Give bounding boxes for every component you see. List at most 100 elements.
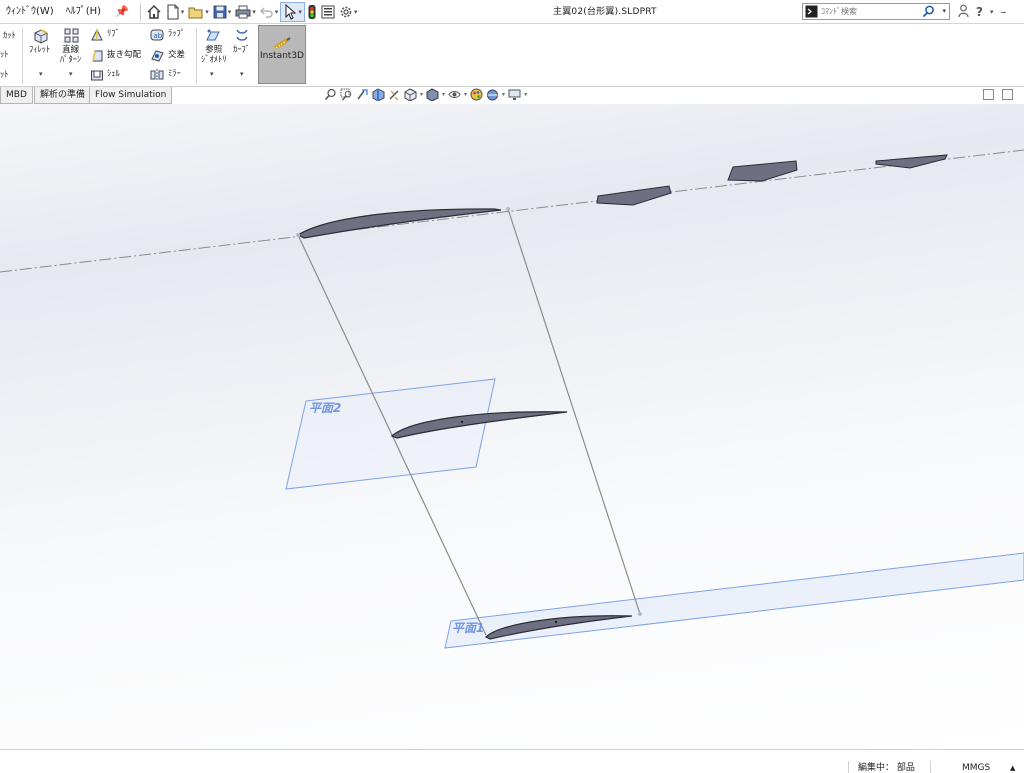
chevron-down-icon[interactable]: ▾ bbox=[240, 70, 244, 78]
command-search-box[interactable]: ▾ bbox=[802, 3, 950, 20]
sketch-point[interactable] bbox=[296, 233, 300, 237]
cut-command-partial[interactable]: ｶｯﾄ bbox=[3, 31, 16, 42]
solidworks-window: ｳｨﾝﾄﾞｳ(W) ﾍﾙﾌﾟ(H) 📌 ▾ ▾ ▾ ▾ ▾ ▾ ▾ 主翼02(台… bbox=[0, 0, 1024, 773]
mirror-label[interactable]: ﾐﾗｰ bbox=[168, 69, 181, 80]
wrap-icon[interactable]: ab bbox=[150, 28, 164, 45]
previous-view-icon[interactable] bbox=[356, 88, 369, 101]
separator bbox=[848, 761, 849, 773]
new-document-icon[interactable]: ▾ bbox=[164, 2, 187, 22]
cut-command-partial-2[interactable]: ｯﾄ bbox=[0, 50, 9, 61]
draft-icon[interactable] bbox=[90, 49, 104, 66]
maximize-window-icon[interactable] bbox=[1002, 89, 1013, 100]
plane-2-label[interactable]: 平面2 bbox=[309, 401, 341, 415]
model-view-canvas: 平面2 平面1 bbox=[0, 149, 1024, 649]
command-manager-tabs: MBD 解析の準備 Flow Simulation ▾ ▾ ▾ ▾ ▾ bbox=[0, 87, 1024, 104]
undo-icon[interactable]: ▾ bbox=[258, 2, 281, 22]
zoom-to-fit-icon[interactable] bbox=[324, 88, 337, 101]
search-icon[interactable] bbox=[922, 5, 935, 21]
curves-label: ｶｰﾌﾞ bbox=[233, 45, 251, 55]
plane-2[interactable] bbox=[285, 378, 496, 490]
home-icon[interactable] bbox=[144, 2, 164, 22]
dynamic-annotation-icon[interactable] bbox=[388, 88, 401, 101]
tab-mbd[interactable]: MBD bbox=[0, 87, 33, 104]
separator bbox=[930, 761, 931, 773]
chevron-down-icon[interactable]: ▾ bbox=[464, 91, 467, 98]
view-settings-monitor-icon[interactable] bbox=[508, 88, 521, 101]
restore-window-icon[interactable] bbox=[983, 89, 994, 100]
graphics-area[interactable]: 平面2 平面1 bbox=[0, 104, 1024, 749]
title-bar: ｳｨﾝﾄﾞｳ(W) ﾍﾙﾌﾟ(H) 📌 ▾ ▾ ▾ ▾ ▾ ▾ ▾ 主翼02(台… bbox=[0, 0, 1024, 24]
pin-icon[interactable]: 📌 bbox=[107, 5, 137, 18]
sketch-point[interactable] bbox=[554, 620, 558, 624]
menu-window[interactable]: ｳｨﾝﾄﾞｳ(W) bbox=[0, 0, 60, 24]
save-icon[interactable]: ▾ bbox=[211, 2, 234, 22]
file-properties-icon[interactable] bbox=[319, 2, 337, 22]
intersect-icon[interactable] bbox=[150, 49, 164, 66]
chevron-down-icon[interactable]: ▾ bbox=[69, 70, 73, 78]
minimize-button[interactable]: – bbox=[1000, 5, 1006, 19]
chevron-down-icon[interactable]: ▾ bbox=[420, 91, 423, 98]
svg-text:ab: ab bbox=[154, 32, 163, 40]
hide-show-items-icon[interactable] bbox=[448, 88, 461, 101]
chevron-up-icon[interactable]: ▲ bbox=[1010, 762, 1015, 773]
command-manager-ribbon: ｶｯﾄ ｯﾄ ｯﾄ ﾌｨﾚｯﾄ ▾ 直線 ﾊﾟﾀｰﾝ ▾ ﾘﾌﾞ 抜き勾配 ｼｪ… bbox=[0, 24, 1024, 87]
options-gear-icon[interactable]: ▾ bbox=[337, 2, 360, 22]
separator bbox=[22, 28, 23, 84]
open-folder-icon[interactable]: ▾ bbox=[186, 2, 211, 22]
chevron-down-icon[interactable]: ▾ bbox=[502, 91, 505, 98]
plane-1-label[interactable]: 平面1 bbox=[452, 621, 484, 635]
heads-up-view-toolbar: ▾ ▾ ▾ ▾ ▾ bbox=[324, 88, 527, 101]
cut-command-partial-3[interactable]: ｯﾄ bbox=[0, 70, 9, 81]
user-icon[interactable] bbox=[958, 4, 969, 21]
instant3d-button[interactable]: Instant3D bbox=[258, 25, 306, 84]
chevron-down-icon[interactable]: ▾ bbox=[210, 70, 214, 78]
sketch-point[interactable] bbox=[638, 612, 642, 616]
title-bar-right: ? ▾ – bbox=[958, 0, 1006, 24]
tab-analysis-preparation[interactable]: 解析の準備 bbox=[34, 87, 92, 104]
reference-geometry-label: 参照 ｼﾞｵﾒﾄﾘ bbox=[201, 45, 227, 65]
centerline-axis[interactable] bbox=[0, 149, 1024, 273]
chevron-down-icon[interactable]: ▾ bbox=[39, 70, 43, 78]
intersect-label[interactable]: 交差 bbox=[168, 50, 185, 61]
shell-label[interactable]: ｼｪﾙ bbox=[107, 69, 120, 80]
instant3d-icon bbox=[273, 37, 291, 50]
apply-scene-icon[interactable] bbox=[486, 88, 499, 101]
sketch-point[interactable] bbox=[506, 207, 510, 211]
chevron-down-icon[interactable]: ▾ bbox=[942, 7, 946, 15]
edit-appearance-icon[interactable] bbox=[470, 88, 483, 101]
airfoil-section-far-3[interactable] bbox=[875, 154, 948, 169]
rib-label[interactable]: ﾘﾌﾞ bbox=[107, 29, 120, 40]
display-style-icon[interactable] bbox=[426, 88, 439, 101]
viewport-window-buttons bbox=[983, 89, 1013, 100]
menu-help[interactable]: ﾍﾙﾌﾟ(H) bbox=[60, 0, 107, 24]
command-search-input[interactable] bbox=[821, 7, 921, 16]
command-prompt-icon bbox=[805, 5, 818, 18]
airfoil-section-far-1[interactable] bbox=[596, 185, 672, 206]
view-orientation-icon[interactable] bbox=[404, 88, 417, 101]
zoom-to-area-icon[interactable] bbox=[340, 88, 353, 101]
section-view-icon[interactable] bbox=[372, 88, 385, 101]
select-cursor-icon[interactable]: ▾ bbox=[280, 1, 305, 22]
sketch-point[interactable] bbox=[460, 420, 464, 424]
instant3d-label: Instant3D bbox=[260, 51, 304, 61]
chevron-down-icon[interactable]: ▾ bbox=[524, 91, 527, 98]
separator bbox=[196, 28, 197, 84]
tab-flow-simulation[interactable]: Flow Simulation bbox=[89, 87, 173, 104]
unit-system-selector[interactable]: MMGS bbox=[962, 762, 990, 773]
rebuild-traffic-light-icon[interactable] bbox=[305, 2, 319, 22]
mirror-icon[interactable] bbox=[150, 68, 164, 85]
chevron-down-icon[interactable]: ▾ bbox=[442, 91, 445, 98]
separator bbox=[139, 2, 141, 21]
plane-1[interactable] bbox=[444, 552, 1024, 649]
chevron-down-icon[interactable]: ▾ bbox=[990, 8, 994, 16]
wrap-label[interactable]: ﾗｯﾌﾟ bbox=[168, 29, 185, 40]
airfoil-section-far-2[interactable] bbox=[727, 160, 798, 182]
airfoil-root-section[interactable] bbox=[296, 208, 502, 239]
editing-status: 編集中： 部品 bbox=[858, 763, 915, 773]
print-icon[interactable]: ▾ bbox=[233, 2, 258, 22]
status-bar: 編集中： 部品 MMGS ▲ bbox=[0, 749, 1024, 773]
shell-icon[interactable] bbox=[90, 68, 104, 85]
rib-icon[interactable] bbox=[90, 28, 104, 45]
help-icon[interactable]: ? bbox=[976, 5, 983, 19]
draft-label[interactable]: 抜き勾配 bbox=[107, 50, 141, 61]
